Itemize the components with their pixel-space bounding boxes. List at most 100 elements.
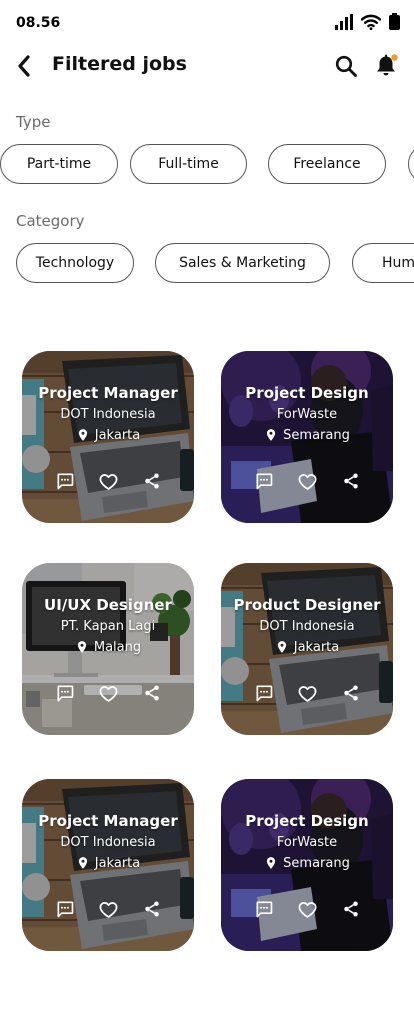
comment-icon: [55, 471, 75, 491]
heart-icon: [98, 899, 119, 920]
job-card[interactable]: Product Designer DOT Indonesia Jakarta: [221, 563, 393, 735]
job-actions: [22, 681, 194, 705]
search-icon: [335, 55, 357, 77]
chevron-left-icon: [18, 55, 30, 77]
chip-more-type[interactable]: [408, 144, 414, 184]
job-card[interactable]: UI/UX Designer PT. Kapan Lagi Malang: [22, 563, 194, 735]
comment-icon: [254, 899, 274, 919]
bell-icon: [377, 54, 398, 76]
share-icon: [143, 900, 161, 918]
like-button[interactable]: [295, 681, 319, 705]
job-actions: [22, 469, 194, 493]
share-button[interactable]: [140, 897, 164, 921]
share-button[interactable]: [339, 897, 363, 921]
like-button[interactable]: [295, 469, 319, 493]
share-icon: [342, 900, 360, 918]
location-pin-icon: [264, 855, 278, 871]
comment-button[interactable]: [53, 681, 77, 705]
job-location: Malang: [22, 639, 194, 655]
chip-human[interactable]: Human: [352, 243, 414, 283]
location-pin-icon: [76, 427, 90, 443]
like-button[interactable]: [295, 897, 319, 921]
status-time: 08.56: [16, 15, 61, 31]
comment-button[interactable]: [252, 681, 276, 705]
wifi-icon: [361, 14, 381, 30]
heart-icon: [297, 683, 318, 704]
job-location: Jakarta: [22, 427, 194, 443]
job-company: ForWaste: [276, 407, 338, 422]
comment-icon: [254, 471, 274, 491]
type-section-label: Type: [16, 113, 51, 131]
back-button[interactable]: [12, 52, 36, 80]
battery-icon: [389, 13, 400, 30]
share-button[interactable]: [339, 681, 363, 705]
location-pin-icon: [275, 639, 289, 655]
heart-icon: [98, 471, 119, 492]
comment-button[interactable]: [252, 469, 276, 493]
chip-full-time[interactable]: Full-time: [130, 144, 247, 184]
job-location-text: Jakarta: [293, 639, 340, 655]
job-company: DOT Indonesia: [259, 619, 355, 634]
job-location: Semarang: [221, 855, 393, 871]
job-card[interactable]: Project Manager DOT Indonesia Jakarta: [22, 779, 194, 951]
job-company: DOT Indonesia: [60, 835, 156, 850]
job-company: PT. Kapan Lagi: [60, 619, 156, 634]
heart-icon: [297, 899, 318, 920]
job-location: Jakarta: [22, 855, 194, 871]
category-filter-row: Technology Sales & Marketing Human: [0, 243, 414, 285]
job-actions: [22, 897, 194, 921]
like-button[interactable]: [96, 469, 120, 493]
share-button[interactable]: [339, 469, 363, 493]
share-icon: [342, 472, 360, 490]
location-pin-icon: [264, 427, 278, 443]
status-icons: [335, 13, 400, 30]
type-filter-row: Part-time Full-time Freelance: [0, 144, 414, 186]
page-title: Filtered jobs: [52, 53, 187, 75]
chip-freelance[interactable]: Freelance: [268, 144, 386, 184]
comment-icon: [254, 683, 274, 703]
job-actions: [221, 897, 393, 921]
job-title: Project Design: [245, 812, 369, 830]
location-pin-icon: [75, 639, 89, 655]
chip-technology[interactable]: Technology: [16, 243, 134, 283]
job-location: Jakarta: [221, 639, 393, 655]
share-icon: [143, 684, 161, 702]
comment-icon: [55, 683, 75, 703]
chip-part-time[interactable]: Part-time: [0, 144, 118, 184]
share-icon: [342, 684, 360, 702]
app-bar: Filtered jobs: [0, 44, 414, 88]
job-card[interactable]: Project Design ForWaste Semarang: [221, 779, 393, 951]
job-title: Project Design: [245, 384, 369, 402]
job-card[interactable]: Project Design ForWaste Semarang: [221, 351, 393, 523]
status-bar: 08.56: [0, 0, 414, 44]
job-company: ForWaste: [276, 835, 338, 850]
signal-icon: [335, 13, 353, 30]
location-pin-icon: [76, 855, 90, 871]
job-actions: [221, 681, 393, 705]
job-company: DOT Indonesia: [60, 407, 156, 422]
comment-button[interactable]: [53, 469, 77, 493]
job-location-text: Jakarta: [94, 855, 141, 871]
notification-dot: [391, 54, 398, 61]
share-button[interactable]: [140, 469, 164, 493]
job-title: Product Designer: [233, 596, 381, 614]
job-location-text: Malang: [93, 639, 142, 655]
like-button[interactable]: [96, 681, 120, 705]
chip-sales-marketing[interactable]: Sales & Marketing: [155, 243, 330, 283]
search-button[interactable]: [332, 52, 360, 80]
share-icon: [143, 472, 161, 490]
job-location-text: Semarang: [283, 427, 350, 443]
heart-icon: [98, 683, 119, 704]
notifications-button[interactable]: [372, 52, 402, 80]
job-location-text: Jakarta: [94, 427, 141, 443]
job-actions: [221, 469, 393, 493]
share-button[interactable]: [140, 681, 164, 705]
comment-button[interactable]: [53, 897, 77, 921]
job-title: Project Manager: [38, 384, 178, 402]
heart-icon: [297, 471, 318, 492]
job-location: Semarang: [221, 427, 393, 443]
job-location-text: Semarang: [283, 855, 350, 871]
comment-button[interactable]: [252, 897, 276, 921]
like-button[interactable]: [96, 897, 120, 921]
job-card[interactable]: Project Manager DOT Indonesia Jakarta: [22, 351, 194, 523]
